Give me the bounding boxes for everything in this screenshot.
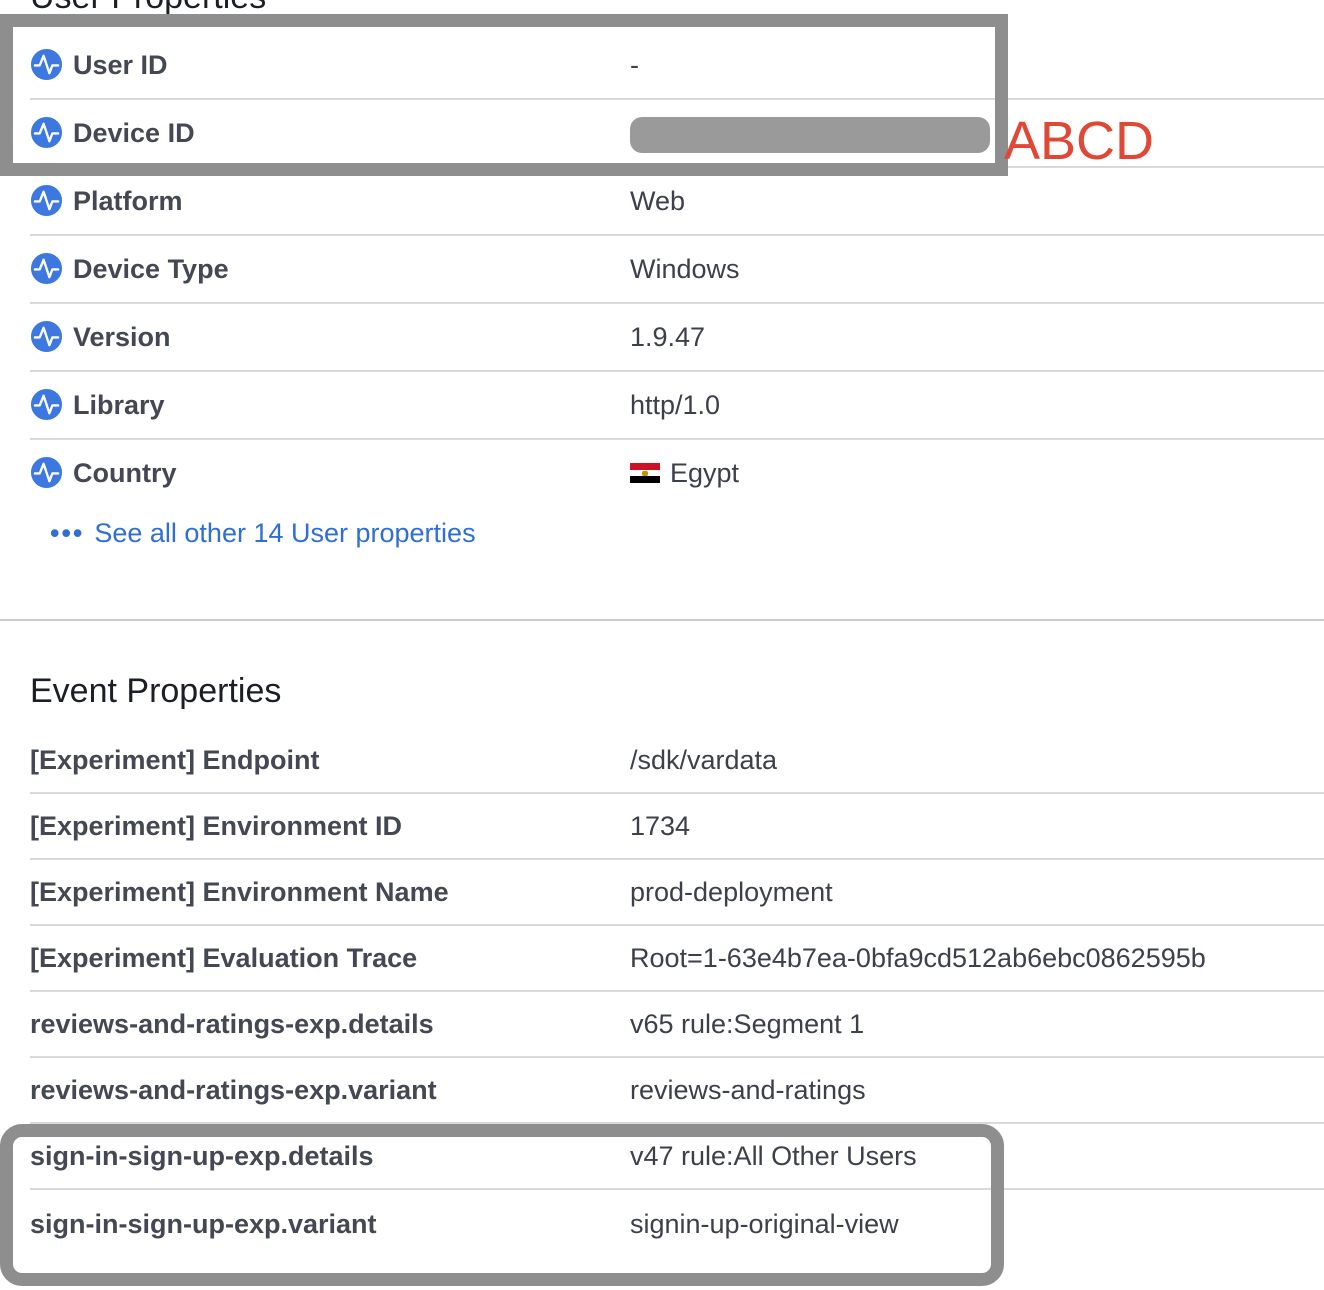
user-property-row-country: Country Egypt bbox=[30, 440, 1324, 508]
section-divider bbox=[0, 619, 1324, 621]
ellipsis-icon: ••• bbox=[50, 518, 85, 548]
property-key: Platform bbox=[73, 186, 183, 216]
property-value: 1.9.47 bbox=[630, 322, 706, 352]
property-key: Version bbox=[73, 322, 171, 352]
property-key: [Experiment] Endpoint bbox=[30, 745, 320, 775]
event-property-row: [Experiment] Environment ID 1734 bbox=[30, 794, 1324, 860]
property-key: [Experiment] Environment Name bbox=[30, 877, 449, 907]
amplitude-wave-icon bbox=[30, 389, 63, 421]
property-key: reviews-and-ratings-exp.variant bbox=[30, 1075, 437, 1105]
amplitude-wave-icon bbox=[30, 457, 63, 489]
annotation-label: ABCD bbox=[1004, 111, 1155, 171]
property-value: Egypt bbox=[670, 458, 740, 488]
event-property-row: reviews-and-ratings-exp.details v65 rule… bbox=[30, 992, 1324, 1058]
event-property-row: reviews-and-ratings-exp.variant reviews-… bbox=[30, 1058, 1324, 1124]
see-all-label: See all other 14 User properties bbox=[94, 518, 476, 548]
property-value: v65 rule:Segment 1 bbox=[630, 1009, 865, 1039]
property-key: Library bbox=[73, 390, 165, 420]
property-value: Root=1-63e4b7ea-0bfa9cd512ab6ebc0862595b bbox=[630, 943, 1206, 973]
property-value: prod-deployment bbox=[630, 877, 833, 907]
annotation-highlight-box bbox=[0, 14, 1008, 176]
see-all-user-properties-link[interactable]: ••• See all other 14 User properties bbox=[50, 518, 476, 549]
property-value: Web bbox=[630, 186, 686, 216]
property-value: 1734 bbox=[630, 811, 691, 841]
user-property-row-platform: Platform Web bbox=[30, 168, 1324, 236]
property-key: Country bbox=[73, 458, 177, 488]
amplitude-wave-icon bbox=[30, 253, 63, 285]
event-property-row: [Experiment] Environment Name prod-deplo… bbox=[30, 860, 1324, 926]
event-property-row: [Experiment] Evaluation Trace Root=1-63e… bbox=[30, 926, 1324, 992]
annotation-highlight-box bbox=[0, 1124, 1004, 1286]
property-key: [Experiment] Environment ID bbox=[30, 811, 403, 841]
property-value: /sdk/vardata bbox=[630, 745, 778, 775]
property-key: [Experiment] Evaluation Trace bbox=[30, 943, 418, 973]
amplitude-wave-icon bbox=[30, 185, 63, 217]
property-key: reviews-and-ratings-exp.details bbox=[30, 1009, 434, 1039]
property-value: http/1.0 bbox=[630, 390, 721, 420]
amplitude-wave-icon bbox=[30, 321, 63, 353]
event-properties-title: Event Properties bbox=[30, 672, 282, 710]
user-property-row-device-type: Device Type Windows bbox=[30, 236, 1324, 304]
event-property-row: [Experiment] Endpoint /sdk/vardata bbox=[30, 728, 1324, 794]
user-property-row-version: Version 1.9.47 bbox=[30, 304, 1324, 372]
property-value: Windows bbox=[630, 254, 740, 284]
property-value: reviews-and-ratings bbox=[630, 1075, 866, 1105]
property-key: Device Type bbox=[73, 254, 229, 284]
egypt-flag-icon bbox=[630, 462, 660, 483]
user-property-row-library: Library http/1.0 bbox=[30, 372, 1324, 440]
